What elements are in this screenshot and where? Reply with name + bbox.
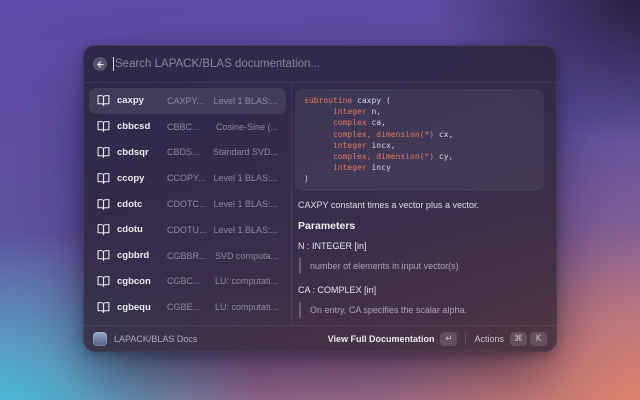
list-item-cbbcsd[interactable]: cbbcsd CBBC... Cosine-Sine (... [89, 114, 286, 140]
code-line: ) [304, 173, 535, 184]
parameter-description: number of elements in input vector(s) [299, 258, 544, 274]
list-item-caxpy[interactable]: caxpy CAXPY... Level 1 BLAS:... [89, 88, 286, 114]
command-key-icon: ⌘ [510, 332, 527, 346]
item-subtitle: CBBC... [167, 122, 209, 132]
content-area: caxpy CAXPY... Level 1 BLAS:... cbbcsd CBBC.… [84, 83, 556, 325]
footer-divider [465, 333, 466, 344]
k-key-icon: K [530, 332, 547, 346]
book-icon [97, 275, 110, 288]
launcher-window: caxpy CAXPY... Level 1 BLAS:... cbbcsd CBBC.… [83, 45, 557, 352]
view-full-documentation-label: View Full Documentation [328, 334, 435, 344]
parameter-description: On entry, CA specifies the scalar alpha. [299, 302, 544, 318]
code-line: complex, dimension(*) cy, [304, 151, 535, 162]
book-icon [97, 198, 110, 211]
book-icon [97, 94, 110, 107]
item-name: cgbbrd [117, 250, 160, 261]
back-button[interactable] [93, 57, 107, 71]
parameter-signature: N : INTEGER [in] [298, 241, 544, 251]
item-subtitle: CGBBR... [167, 251, 208, 261]
parameters-section: N : INTEGER [in] number of elements in in… [295, 241, 544, 318]
list-item-ccopy[interactable]: ccopy CCOPY... Level 1 BLAS:... [89, 165, 286, 191]
book-icon [97, 249, 110, 262]
item-name: cbbcsd [117, 121, 160, 132]
actions-button[interactable]: Actions ⌘K [474, 332, 547, 346]
item-category: LU: computati... [215, 302, 278, 312]
code-block: subroutine caxpy ( integer n, complex ca… [295, 89, 544, 191]
item-category: Cosine-Sine (... [216, 122, 278, 132]
list-item-cgbequ[interactable]: cgbequ CGBE... LU: computati... [89, 294, 286, 320]
view-full-documentation-button[interactable]: View Full Documentation ↵ [328, 332, 458, 346]
item-subtitle: CGBE... [167, 302, 208, 312]
item-subtitle: CBDS... [167, 147, 206, 157]
list-item-cgbcon[interactable]: cgbcon CGBC... LU: computati... [89, 268, 286, 294]
code-line: integer incx, [304, 140, 535, 151]
book-icon [97, 120, 110, 133]
text-caret [113, 57, 114, 71]
code-line: integer n, [304, 106, 535, 117]
item-category: Level 1 BLAS:... [214, 173, 279, 183]
parameters-heading: Parameters [298, 220, 544, 232]
item-category: Level 1 BLAS:... [214, 96, 279, 106]
item-category: Standard SVD... [213, 147, 278, 157]
arrow-left-icon [96, 60, 105, 69]
item-subtitle: CCOPY... [167, 173, 207, 183]
search-input[interactable] [115, 58, 547, 70]
list-item-cdotu[interactable]: cdotu CDOTU... Level 1 BLAS:... [89, 217, 286, 243]
list-item-cgbbrd[interactable]: cgbbrd CGBBR... SVD computa... [89, 243, 286, 269]
list-item-cbdsqr[interactable]: cbdsqr CBDS... Standard SVD... [89, 140, 286, 166]
item-category: SVD computa... [215, 251, 278, 261]
footer-bar: LAPACK/BLAS Docs View Full Documentation… [84, 325, 556, 351]
list-item-cdotc[interactable]: cdotc CDOTC... Level 1 BLAS:... [89, 191, 286, 217]
return-key-icon: ↵ [440, 332, 457, 346]
book-icon [97, 301, 110, 314]
code-line: complex, dimension(*) cx, [304, 129, 535, 140]
book-icon [97, 172, 110, 185]
app-name: LAPACK/BLAS Docs [114, 334, 197, 344]
book-icon [97, 223, 110, 236]
item-subtitle: CDOTU... [167, 225, 207, 235]
app-icon [93, 332, 107, 346]
item-name: ccopy [117, 173, 160, 184]
code-line: integer incy [304, 162, 535, 173]
item-subtitle: CDOTC... [167, 199, 207, 209]
function-description: CAXPY constant times a vector plus a vec… [298, 200, 544, 210]
search-bar [84, 46, 556, 83]
item-subtitle: CGBC... [167, 276, 208, 286]
item-category: LU: computati... [215, 276, 278, 286]
code-line: subroutine caxpy ( [304, 95, 535, 106]
item-name: cdotc [117, 199, 160, 210]
actions-label: Actions [474, 334, 504, 344]
item-name: cgbcon [117, 276, 160, 287]
item-category: Level 1 BLAS:... [214, 225, 279, 235]
detail-pane: subroutine caxpy ( integer n, complex ca… [292, 83, 556, 325]
item-subtitle: CAXPY... [167, 96, 207, 106]
item-category: Level 1 BLAS:... [214, 199, 279, 209]
book-icon [97, 146, 110, 159]
item-name: cdotu [117, 224, 160, 235]
item-name: cbdsqr [117, 147, 160, 158]
parameter-signature: CA : COMPLEX [in] [298, 285, 544, 295]
item-name: cgbequ [117, 302, 160, 313]
results-list: caxpy CAXPY... Level 1 BLAS:... cbbcsd CBBC.… [84, 83, 292, 325]
item-name: caxpy [117, 95, 160, 106]
code-line: complex ca, [304, 117, 535, 128]
